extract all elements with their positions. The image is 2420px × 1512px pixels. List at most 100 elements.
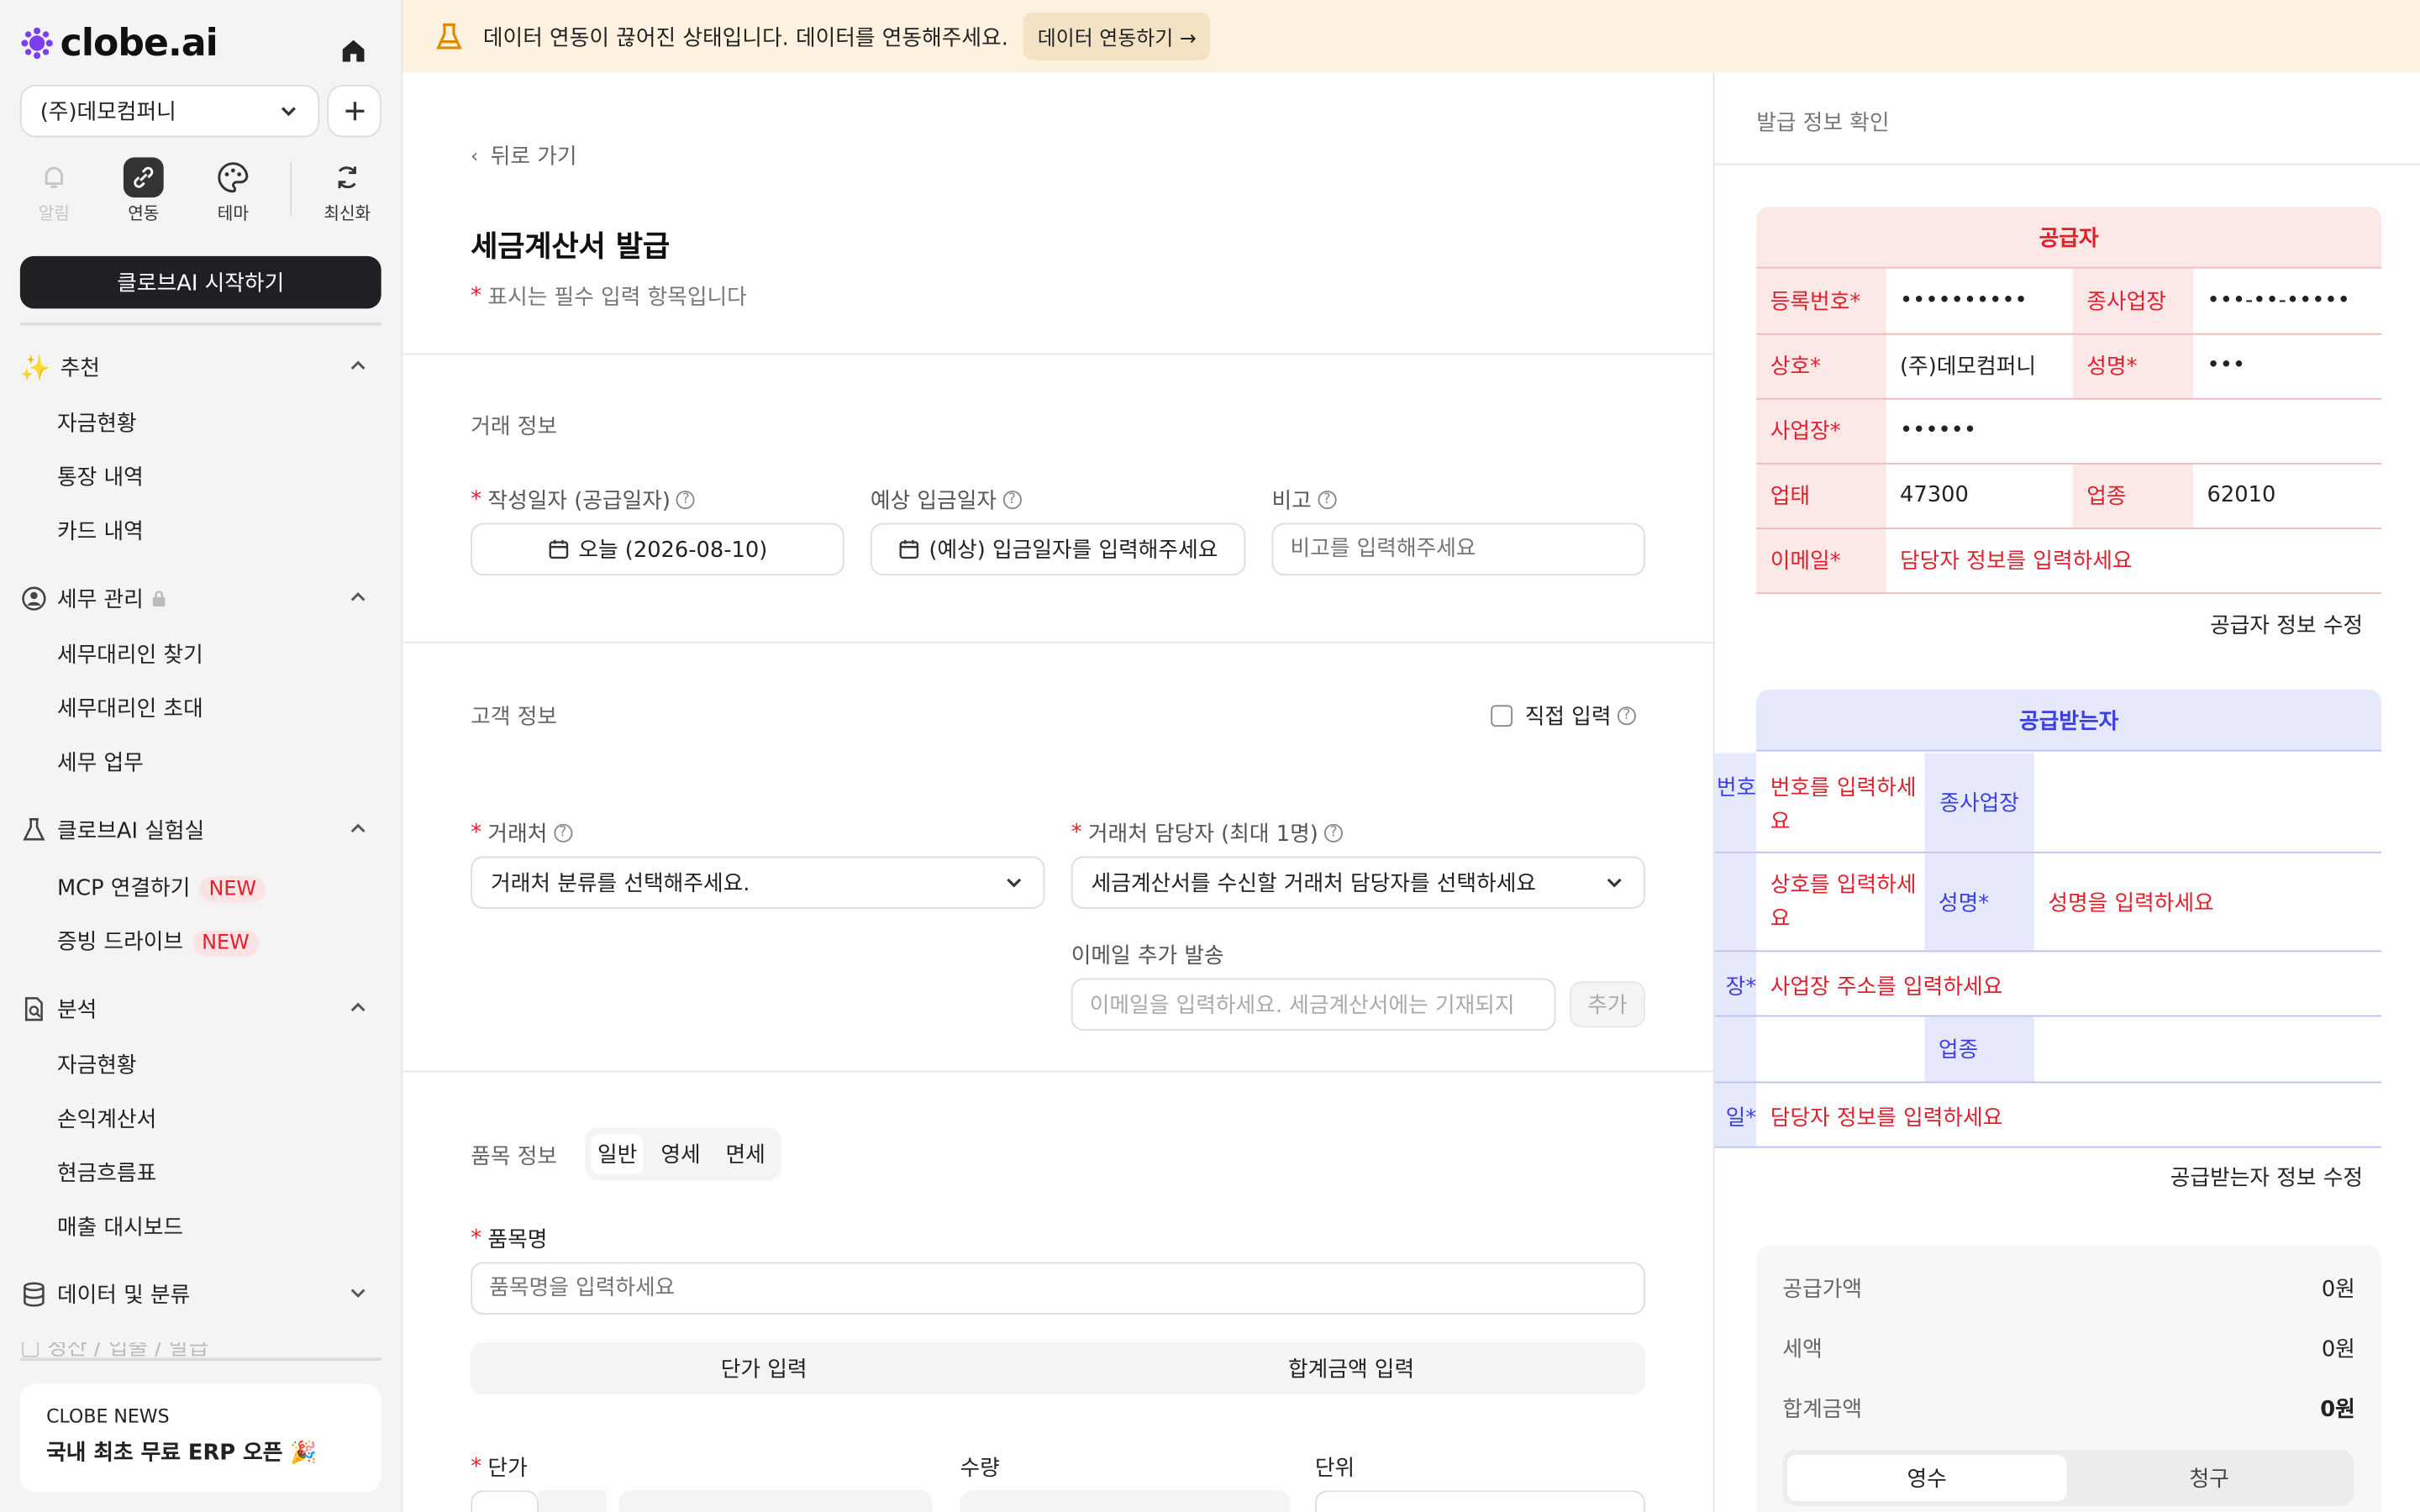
section-recommend[interactable]: ✨ 추천: [20, 349, 381, 386]
table-row: 장* 사업장 주소를 입력하세요: [1714, 952, 2382, 1017]
add-email-button[interactable]: 추가: [1569, 981, 1645, 1028]
news-card[interactable]: CLOBE NEWS 국내 최초 무료 ERP 오픈 🎉: [19, 1383, 381, 1493]
sidebar-item-fund-status[interactable]: 자금현황: [57, 407, 137, 438]
lock-icon: [152, 591, 166, 606]
palette-icon: [213, 157, 253, 197]
section-divider: [402, 1070, 1713, 1073]
connect-data-button[interactable]: 데이터 연동하기 →: [1023, 12, 1211, 60]
news-title: 국내 최초 무료 ERP 오픈 🎉: [46, 1441, 318, 1466]
write-date-picker[interactable]: 오늘 (2026-08-10): [471, 522, 844, 576]
partner-select[interactable]: 거래처 분류를 선택해주세요.: [471, 856, 1045, 909]
qty-input[interactable]: [960, 1490, 1291, 1512]
item-section-title: 품목 정보: [471, 1144, 558, 1170]
expected-date-picker[interactable]: (예상) 입금일자를 입력해주세요: [870, 522, 1246, 576]
back-label: 뒤로 가기: [490, 144, 577, 171]
section-lab[interactable]: 클로브AI 실험실: [20, 811, 381, 848]
news-label: CLOBE NEWS: [46, 1405, 170, 1427]
table-key: 이메일*: [1756, 528, 1886, 594]
chevron-up-icon: [350, 1002, 366, 1012]
banner-text: 데이터 연동이 끊어진 상태입니다. 데이터를 연동해주세요.: [482, 25, 1008, 50]
help-icon[interactable]: ?: [1324, 823, 1344, 843]
email-input[interactable]: 이메일을 입력하세요. 세금계산서에는 기재되지: [1071, 978, 1556, 1031]
sidebar-item-income-statement[interactable]: 손익계산서: [57, 1103, 156, 1134]
tab-claim[interactable]: 청구: [2070, 1455, 2349, 1501]
table-row: 사업장* ••••••: [1756, 397, 2382, 464]
sidebar-item-evidence-drive[interactable]: 증빙 드라이브 NEW: [57, 926, 259, 957]
receipt-icon: ▢: [19, 1341, 48, 1358]
quick-alarm[interactable]: 알림: [20, 157, 88, 225]
deal-section-title: 거래 정보: [471, 415, 558, 440]
chevron-down-icon: [1007, 878, 1022, 888]
company-select[interactable]: (주)데모컴퍼니: [19, 85, 320, 138]
person-icon: [22, 586, 46, 611]
unit-price-mode[interactable]: 단가 입력: [471, 1342, 1057, 1394]
database-icon: [24, 1282, 45, 1307]
sidebar-item-label: MCP 연결하기: [56, 876, 191, 901]
table-key: 업종: [2072, 463, 2193, 529]
table-row: 등록번호* •••••••••• 종사업장 •••-••-•••••: [1756, 268, 2382, 334]
tab-receipt[interactable]: 영수: [1786, 1455, 2067, 1502]
help-icon[interactable]: ?: [1002, 491, 1022, 510]
email-placeholder: 이메일을 입력하세요. 세금계산서에는 기재되지: [1089, 993, 1515, 1019]
quick-theme[interactable]: 테마: [199, 157, 267, 225]
receipt-type-toggle: 영수 청구: [1782, 1450, 2354, 1506]
edit-receiver-button[interactable]: 공급받는자 정보 수정: [2170, 1162, 2363, 1193]
sidebar-item-tax-work[interactable]: 세무 업무: [57, 747, 144, 778]
tax-type-tabs: 일반 영세 면세: [585, 1127, 781, 1181]
quick-link[interactable]: 연동: [109, 157, 177, 225]
total-price-mode[interactable]: 합계금액 입력: [1057, 1342, 1645, 1394]
section-title: 데이터 및 분류: [56, 1284, 191, 1309]
quick-refresh[interactable]: 최신화: [313, 157, 381, 225]
help-icon[interactable]: ?: [676, 491, 696, 510]
table-key: 업태: [1756, 463, 1886, 529]
table-row: 업태 47300 업종 62010: [1756, 463, 2382, 529]
sidebar-item-fund-status-2[interactable]: 자금현황: [57, 1049, 137, 1080]
tab-tax-free[interactable]: 면세: [718, 1134, 773, 1174]
logo[interactable]: clobe.ai: [20, 22, 218, 65]
partner-placeholder: 거래처 분류를 선택해주세요.: [491, 871, 750, 897]
note-input[interactable]: [1271, 522, 1645, 576]
home-icon[interactable]: [338, 31, 369, 77]
supply-input[interactable]: [618, 1490, 933, 1512]
table-value: 62010: [2192, 463, 2382, 529]
unit-input[interactable]: [1314, 1490, 1645, 1512]
quick-label: 연동: [128, 203, 160, 224]
start-ai-button[interactable]: 클로브AI 시작하기: [19, 255, 381, 309]
section-data[interactable]: 데이터 및 분류: [20, 1276, 381, 1313]
section-divider: [402, 642, 1713, 643]
sidebar-item-mcp[interactable]: MCP 연결하기 NEW: [57, 872, 266, 903]
table-row: 상호를 입력하세요 성명* 성명을 입력하세요: [1714, 853, 2382, 953]
tab-general[interactable]: 일반: [591, 1133, 644, 1174]
help-icon[interactable]: ?: [1318, 491, 1337, 510]
flask-icon: [23, 818, 45, 841]
sidebar-item-cut-section[interactable]: ▢ 정산 / 입출 / 발급: [20, 1342, 208, 1357]
item-name-input[interactable]: [471, 1262, 1645, 1315]
sidebar-item-sales-dashboard[interactable]: 매출 대시보드: [57, 1211, 183, 1242]
help-icon[interactable]: ?: [1617, 706, 1636, 726]
add-company-button[interactable]: [327, 85, 381, 138]
tab-zero-rate[interactable]: 영세: [653, 1134, 708, 1174]
checkbox[interactable]: [1491, 705, 1512, 727]
sidebar-item-label: 증빙 드라이브: [56, 930, 184, 955]
section-analysis[interactable]: 분석: [20, 990, 381, 1027]
direct-input-toggle[interactable]: 직접 입력?: [1491, 701, 1636, 732]
unit-price-input[interactable]: [539, 1490, 607, 1512]
qty-label: 수량: [960, 1456, 1000, 1482]
chevron-up-icon: [350, 823, 366, 833]
table-key: 종사업장: [2072, 268, 2193, 334]
sidebar-item-bank-history[interactable]: 통장 내역: [57, 461, 144, 492]
sidebar: clobe.ai (주)데모컴퍼니 알림 연동 테마 최신화 클로브AI 시작하…: [0, 0, 403, 1512]
section-tax[interactable]: 세무 관리: [20, 580, 381, 617]
write-date-label: * 작성일자 (공급일자)?: [471, 485, 696, 516]
sidebar-item-find-agent[interactable]: 세무대리인 찾기: [57, 638, 203, 669]
sidebar-item-invite-agent[interactable]: 세무대리인 초대: [57, 693, 203, 724]
table-key: 성명*: [2072, 333, 2193, 399]
table-value: ••••••••••: [1886, 268, 2073, 334]
unit-price-currency[interactable]: [471, 1490, 539, 1512]
edit-supplier-button[interactable]: 공급자 정보 수정: [2210, 610, 2363, 641]
manager-select[interactable]: 세금계산서를 수신할 거래처 담당자를 선택하세요: [1071, 856, 1645, 909]
sidebar-item-cash-flow[interactable]: 현금흐름표: [57, 1158, 156, 1189]
back-link[interactable]: ‹ 뒤로 가기: [471, 140, 576, 171]
help-icon[interactable]: ?: [553, 823, 572, 843]
sidebar-item-card-history[interactable]: 카드 내역: [57, 515, 144, 546]
